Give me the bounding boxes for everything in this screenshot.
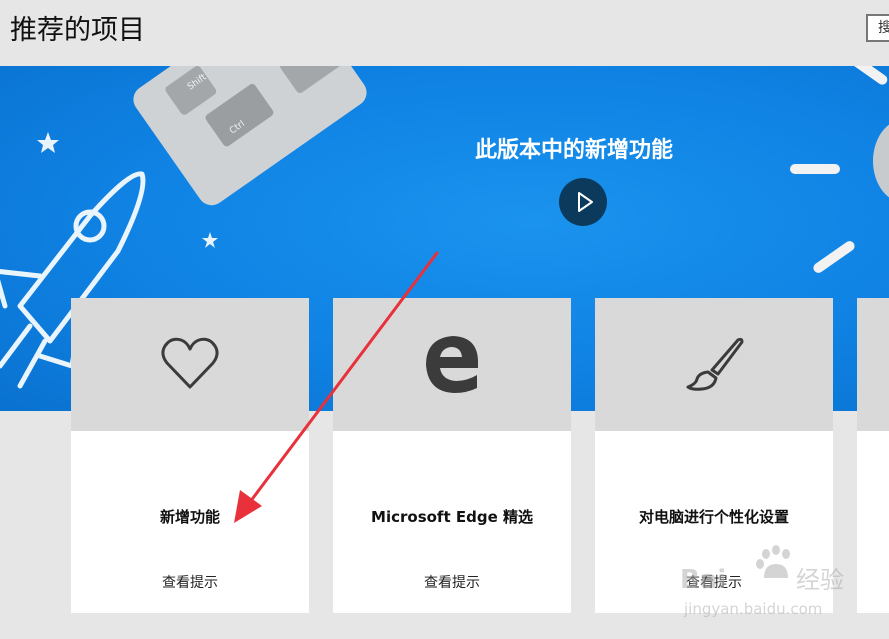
right-decoration: [790, 66, 889, 273]
card-image-area: [595, 298, 833, 431]
play-icon: [578, 192, 593, 212]
card-link[interactable]: 查看提示: [333, 572, 571, 592]
card-image-area: [71, 298, 309, 431]
card-title: 新增功能: [159, 508, 220, 526]
hero-title: 此版本中的新增功能: [475, 138, 674, 163]
play-button[interactable]: [559, 178, 607, 226]
paintbrush-icon: [686, 337, 744, 391]
card-image-area: [333, 298, 571, 431]
edge-logo-icon: [426, 336, 478, 393]
card-image-area: [857, 298, 889, 431]
header-bar: 推荐的项目 搜: [0, 0, 889, 66]
card-new-features[interactable]: 新增功能 查看提示: [71, 298, 309, 613]
keyboard-illustration: Shift Ctrl: [133, 66, 367, 206]
baidu-watermark: Bai 经验 jingyan.baidu.com: [680, 545, 844, 618]
watermark-url: jingyan.baidu.com: [683, 600, 822, 618]
heart-icon: [161, 337, 219, 389]
card-title: 对电脑进行个性化设置: [638, 508, 789, 526]
card-link[interactable]: 查看提示: [71, 572, 309, 592]
card-title: Microsoft Edge 精选: [371, 508, 533, 526]
page-title: 推荐的项目: [10, 15, 145, 46]
watermark-brand2: 经验: [796, 566, 844, 594]
watermark-brand: Bai: [680, 565, 726, 595]
card-edge-highlights[interactable]: Microsoft Edge 精选 查看提示: [333, 298, 571, 613]
search-box[interactable]: 搜: [866, 14, 889, 42]
